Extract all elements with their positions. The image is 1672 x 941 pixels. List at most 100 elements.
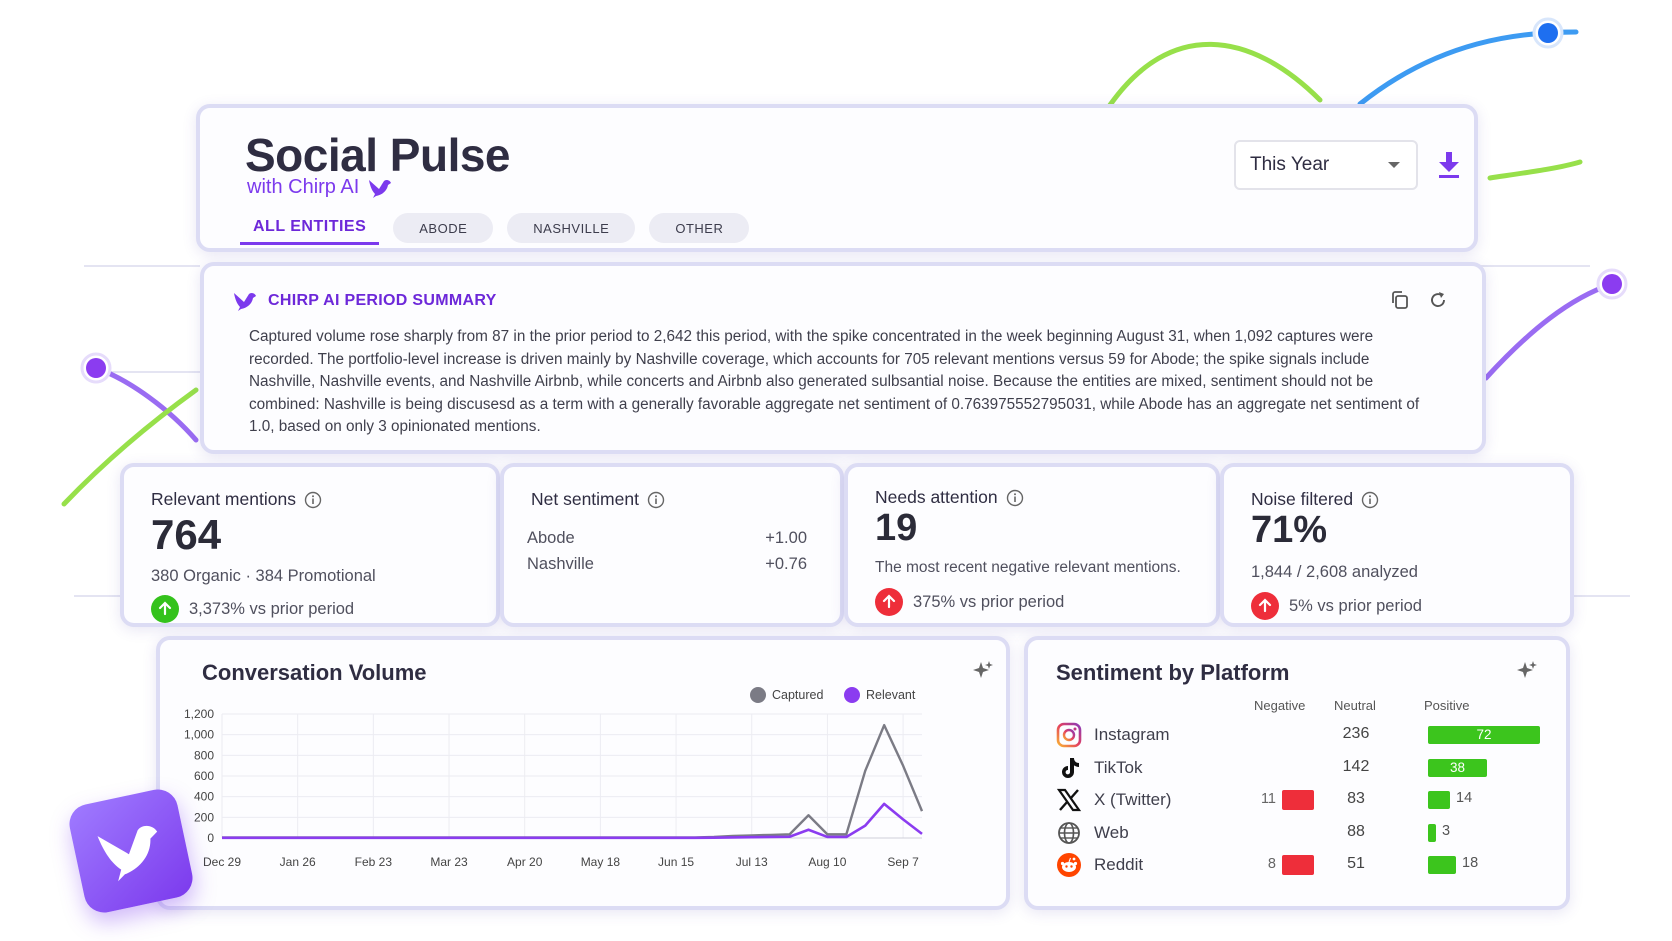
volume-chart: 0 200 400 600 800 1,000 1,200 Dec 29 Jan 26 Feb 2… xyxy=(184,687,924,869)
x-tick-label: Mar 23 xyxy=(430,855,468,869)
info-icon[interactable] xyxy=(1006,489,1024,507)
platform-row-x-twitter[interactable]: X (Twitter) 11 83 14 xyxy=(1056,785,1556,815)
platform-name: Reddit xyxy=(1094,855,1144,874)
x-tick-label: Aug 10 xyxy=(808,855,846,869)
series-line-relevant xyxy=(222,802,923,840)
app-subtitle-text: with Chirp AI xyxy=(247,176,360,198)
platform-row-reddit[interactable]: Reddit 8 51 18 xyxy=(1056,850,1556,880)
x-tick-label: Apr 20 xyxy=(507,855,543,869)
x-tick-label: Sep 7 xyxy=(887,855,919,869)
period-select-value: This Year xyxy=(1250,154,1330,175)
series-line-captured xyxy=(222,723,924,839)
legend-dot-captured xyxy=(750,687,766,703)
tab-abode[interactable]: ABODE xyxy=(393,213,494,243)
info-icon[interactable] xyxy=(647,491,665,509)
neutral-value: 142 xyxy=(1342,757,1370,775)
metric-change-text: 5% vs prior period xyxy=(1289,596,1422,615)
neutral-value: 88 xyxy=(1347,822,1365,840)
y-tick-label: 600 xyxy=(194,769,214,783)
sentiment-by-platform-card: Sentiment by Platform Negative Neutral P… xyxy=(1024,636,1570,910)
platform-row-tiktok[interactable]: TikTok 142 38 xyxy=(1056,753,1556,783)
metric-card-sentiment: Net sentiment Abode +1.00 Nashville +0.7… xyxy=(500,463,844,627)
neutral-value: 236 xyxy=(1342,725,1370,742)
copy-icon[interactable] xyxy=(1390,290,1410,310)
positive-bar: 72 xyxy=(1428,726,1540,744)
metric-label-text: Relevant mentions xyxy=(151,489,296,509)
instagram-icon xyxy=(1056,722,1082,748)
positive-bar xyxy=(1428,791,1450,809)
metric-change: 5% vs prior period xyxy=(1251,592,1422,620)
sentiment-entity: Abode xyxy=(527,529,575,547)
conversation-volume-card: Conversation Volume 0 200 400 600 800 1,000 1,… xyxy=(156,636,1010,910)
y-tick-label: 0 xyxy=(207,831,214,845)
tiktok-icon xyxy=(1056,755,1082,781)
y-tick-label: 800 xyxy=(194,748,214,762)
column-header-neutral: Neutral xyxy=(1334,698,1376,713)
metric-card-attention: Needs attention 19 The most recent negat… xyxy=(844,463,1220,627)
metric-sub: The most recent negative relevant mentio… xyxy=(875,559,1181,576)
metric-value: 71% xyxy=(1251,509,1328,551)
platform-name: TikTok xyxy=(1094,757,1143,777)
summary-title: CHIRP AI PERIOD SUMMARY xyxy=(232,290,497,312)
summary-title-text: CHIRP AI PERIOD SUMMARY xyxy=(268,292,497,309)
summary-text: Captured volume rose sharply from 87 in … xyxy=(249,328,1420,435)
metric-label: Net sentiment xyxy=(531,489,665,510)
app-subtitle: with Chirp AI xyxy=(247,176,393,199)
metric-card-relevant: Relevant mentions 764 380 Organic · 384 … xyxy=(120,463,500,627)
sentiment-value: +1.00 xyxy=(765,529,807,547)
legend-label: Relevant xyxy=(866,688,916,702)
positive-value: 18 xyxy=(1462,855,1479,871)
negative-bar xyxy=(1282,790,1314,810)
reddit-icon xyxy=(1056,852,1082,878)
download-icon[interactable] xyxy=(1436,150,1462,180)
legend-dot-relevant xyxy=(844,687,860,703)
column-header-negative: Negative xyxy=(1254,698,1306,713)
refresh-icon[interactable] xyxy=(1428,290,1448,310)
bird-icon xyxy=(97,825,158,882)
positive-value: 3 xyxy=(1442,822,1451,839)
metric-change: 3,373% vs prior period xyxy=(151,595,354,623)
tab-nashville[interactable]: NASHVILLE xyxy=(507,213,636,243)
y-tick-label: 400 xyxy=(194,790,214,804)
metric-sub: 380 Organic · 384 Promotional xyxy=(151,567,376,585)
period-select[interactable]: This Year xyxy=(1234,140,1418,190)
y-tick-label: 1,200 xyxy=(184,707,214,721)
summary-actions xyxy=(1390,290,1448,310)
tab-other[interactable]: OTHER xyxy=(649,213,750,243)
platform-name: X (Twitter) xyxy=(1094,790,1172,809)
bird-icon xyxy=(369,179,392,198)
column-header-positive: Positive xyxy=(1424,698,1470,713)
x-tick-label: May 18 xyxy=(581,855,621,869)
sentiment-row-nashville: Nashville +0.76 xyxy=(527,555,807,574)
x-tick-label: Dec 29 xyxy=(203,855,241,869)
platform-name: Instagram xyxy=(1094,725,1170,744)
neutral-value: 51 xyxy=(1347,855,1365,872)
sentiment-row-abode: Abode +1.00 xyxy=(527,529,807,548)
info-icon[interactable] xyxy=(304,491,322,509)
metric-label: Needs attention xyxy=(875,487,1024,508)
metric-card-noise: Noise filtered 71% 1,844 / 2,608 analyze… xyxy=(1220,463,1574,627)
chevron-down-icon xyxy=(1388,162,1400,168)
app-logo xyxy=(65,785,197,917)
neutral-value: 83 xyxy=(1347,790,1365,807)
platform-row-web[interactable]: Web 88 3 xyxy=(1056,818,1556,848)
metric-change-text: 375% vs prior period xyxy=(913,592,1065,611)
sparkle-icon[interactable] xyxy=(1516,660,1538,682)
positive-bar: 38 xyxy=(1428,758,1487,777)
metric-label-text: Noise filtered xyxy=(1251,489,1354,509)
x-tick-label: Feb 23 xyxy=(355,855,393,869)
metric-sub: 1,844 / 2,608 analyzed xyxy=(1251,563,1418,581)
card-title: Sentiment by Platform xyxy=(1056,660,1290,685)
globe-icon xyxy=(1056,820,1082,846)
info-icon[interactable] xyxy=(1361,491,1379,509)
positive-value: 38 xyxy=(1449,759,1466,775)
tab-all-entities[interactable]: ALL ENTITIES xyxy=(240,211,380,245)
positive-bar xyxy=(1428,823,1436,842)
arrow-up-icon xyxy=(1251,592,1279,620)
y-tick-label: 200 xyxy=(194,810,214,824)
platform-row-instagram[interactable]: Instagram 236 72 xyxy=(1056,720,1556,750)
legend-label: Captured xyxy=(772,688,823,702)
x-tick-label: Jun 15 xyxy=(658,855,694,869)
metric-change: 375% vs prior period xyxy=(875,588,1064,616)
x-tick-label: Jan 26 xyxy=(280,855,316,869)
